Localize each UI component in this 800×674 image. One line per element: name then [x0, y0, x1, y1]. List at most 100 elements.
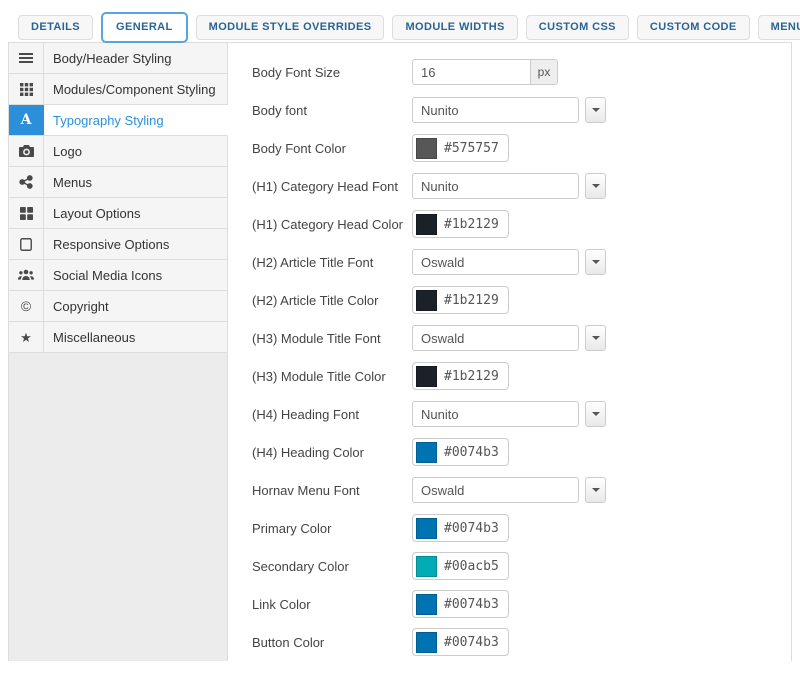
field-label: Secondary Color: [252, 559, 412, 574]
color-swatch: [416, 366, 437, 387]
px-unit-addon: px: [530, 59, 558, 85]
color-swatch: [416, 138, 437, 159]
color-hex-value: #0074b3: [444, 597, 499, 612]
field-secondary-color: Secondary Color #00acb5: [252, 553, 791, 579]
tab-module-widths[interactable]: MODULE WIDTHS: [392, 15, 517, 40]
grid-3x3-icon: [9, 74, 44, 104]
h3-module-title-font-select[interactable]: Oswald: [412, 325, 579, 351]
field-h1-category-head-color: (H1) Category Head Color #1b2129: [252, 211, 791, 237]
caret-down-icon: [592, 336, 600, 340]
share-nodes-icon: [9, 167, 44, 197]
camera-icon: [9, 136, 44, 166]
primary-color-picker[interactable]: #0074b3: [412, 514, 509, 542]
letter-a-icon: A: [9, 105, 44, 135]
tab-module-style-overrides[interactable]: MODULE STYLE OVERRIDES: [196, 15, 385, 40]
sidebar-item-typography-styling[interactable]: A Typography Styling: [9, 105, 228, 136]
sidebar-item-label: Body/Header Styling: [44, 43, 172, 73]
body-font-size-input[interactable]: [412, 59, 530, 85]
color-hex-value: #0074b3: [444, 635, 499, 650]
field-label: (H4) Heading Color: [252, 445, 412, 460]
field-label: Button Color: [252, 635, 412, 650]
h2-article-title-color-picker[interactable]: #1b2129: [412, 286, 509, 314]
field-button-color: Button Color #0074b3: [252, 629, 791, 655]
field-body-font-size: Body Font Size px: [252, 59, 791, 85]
square-outline-icon: [9, 229, 44, 259]
field-label: (H2) Article Title Color: [252, 293, 412, 308]
field-primary-color: Primary Color #0074b3: [252, 515, 791, 541]
caret-down-icon: [592, 488, 600, 492]
settings-panel: Body/Header Styling Modules/Component St…: [8, 42, 792, 661]
field-label: Body Font Size: [252, 65, 412, 80]
field-h4-heading-color: (H4) Heading Color #0074b3: [252, 439, 791, 465]
field-label: (H3) Module Title Font: [252, 331, 412, 346]
sidebar-item-responsive-options[interactable]: Responsive Options: [9, 229, 228, 260]
tab-custom-css[interactable]: CUSTOM CSS: [526, 15, 629, 40]
select-dropdown-button[interactable]: [585, 401, 606, 427]
link-color-picker[interactable]: #0074b3: [412, 590, 509, 618]
tab-custom-code[interactable]: CUSTOM CODE: [637, 15, 750, 40]
sidebar-item-copyright[interactable]: © Copyright: [9, 291, 228, 322]
field-h4-heading-font: (H4) Heading Font Nunito: [252, 401, 791, 427]
caret-down-icon: [592, 108, 600, 112]
color-hex-value: #0074b3: [444, 521, 499, 536]
sidebar-item-social-media-icons[interactable]: Social Media Icons: [9, 260, 228, 291]
sidebar-item-label: Logo: [44, 136, 82, 166]
color-hex-value: #0074b3: [444, 445, 499, 460]
field-h1-category-head-font: (H1) Category Head Font Nunito: [252, 173, 791, 199]
color-swatch: [416, 214, 437, 235]
tab-details[interactable]: DETAILS: [18, 15, 93, 40]
tab-general[interactable]: GENERAL: [101, 12, 188, 43]
body-font-select[interactable]: Nunito: [412, 97, 579, 123]
sidebar-item-label: Social Media Icons: [44, 260, 162, 290]
field-label: Link Color: [252, 597, 412, 612]
field-body-font-color: Body Font Color #575757: [252, 135, 791, 161]
field-label: Primary Color: [252, 521, 412, 536]
select-dropdown-button[interactable]: [585, 97, 606, 123]
sidebar-item-modules-component-styling[interactable]: Modules/Component Styling: [9, 74, 228, 105]
h2-article-title-font-select[interactable]: Oswald: [412, 249, 579, 275]
caret-down-icon: [592, 260, 600, 264]
tab-menu-assignment[interactable]: MENU ASSIGNMENT: [758, 15, 800, 40]
sidebar-item-label: Copyright: [44, 291, 109, 321]
h1-category-head-color-picker[interactable]: #1b2129: [412, 210, 509, 238]
select-dropdown-button[interactable]: [585, 249, 606, 275]
field-label: Body Font Color: [252, 141, 412, 156]
sidebar-item-body-header-styling[interactable]: Body/Header Styling: [9, 43, 228, 74]
sidebar-item-logo[interactable]: Logo: [9, 136, 228, 167]
select-dropdown-button[interactable]: [585, 325, 606, 351]
color-swatch: [416, 290, 437, 311]
sidebar-item-layout-options[interactable]: Layout Options: [9, 198, 228, 229]
select-dropdown-button[interactable]: [585, 173, 606, 199]
field-label: (H1) Category Head Font: [252, 179, 412, 194]
field-h2-article-title-color: (H2) Article Title Color #1b2129: [252, 287, 791, 313]
sidebar-item-menus[interactable]: Menus: [9, 167, 228, 198]
color-swatch: [416, 518, 437, 539]
hornav-menu-font-select[interactable]: Oswald: [412, 477, 579, 503]
h1-category-head-font-select[interactable]: Nunito: [412, 173, 579, 199]
field-label: (H3) Module Title Color: [252, 369, 412, 384]
caret-down-icon: [592, 184, 600, 188]
copyright-icon: ©: [9, 291, 44, 321]
sidebar-item-label: Layout Options: [44, 198, 140, 228]
field-h2-article-title-font: (H2) Article Title Font Oswald: [252, 249, 791, 275]
color-hex-value: #1b2129: [444, 369, 499, 384]
color-swatch: [416, 594, 437, 615]
field-h3-module-title-font: (H3) Module Title Font Oswald: [252, 325, 791, 351]
field-body-font: Body font Nunito: [252, 97, 791, 123]
h4-heading-color-picker[interactable]: #0074b3: [412, 438, 509, 466]
secondary-color-picker[interactable]: #00acb5: [412, 552, 509, 580]
sidebar-item-miscellaneous[interactable]: ★ Miscellaneous: [9, 322, 228, 353]
sidebar-item-label: Menus: [44, 167, 92, 197]
h4-heading-font-select[interactable]: Nunito: [412, 401, 579, 427]
field-link-color: Link Color #0074b3: [252, 591, 791, 617]
sidebar-filler: [9, 353, 228, 661]
select-dropdown-button[interactable]: [585, 477, 606, 503]
align-justify-icon: [9, 43, 44, 73]
typography-styling-form: Body Font Size px Body font Nunito Body …: [228, 43, 791, 661]
h3-module-title-color-picker[interactable]: #1b2129: [412, 362, 509, 390]
caret-down-icon: [592, 412, 600, 416]
field-label: (H4) Heading Font: [252, 407, 412, 422]
button-color-picker[interactable]: #0074b3: [412, 628, 509, 656]
body-font-color-picker[interactable]: #575757: [412, 134, 509, 162]
field-label: Hornav Menu Font: [252, 483, 412, 498]
